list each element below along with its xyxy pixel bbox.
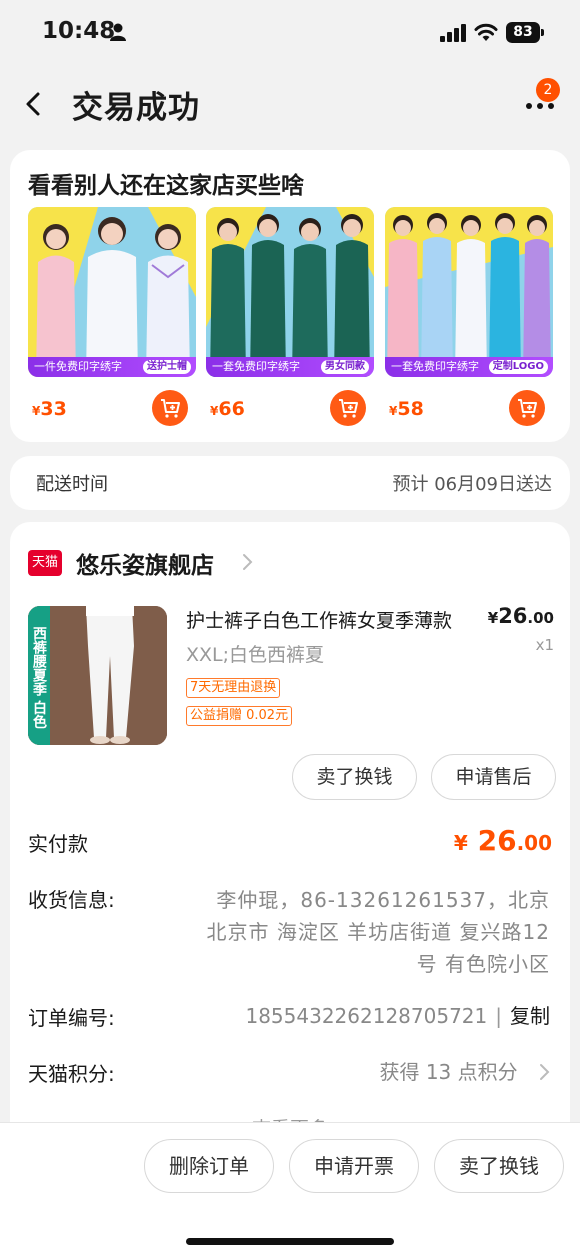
- chevron-right-icon: [540, 1064, 550, 1080]
- price-value: 33: [40, 398, 67, 420]
- promo-banner: 一件免费印字绣字 送护士帽: [28, 357, 196, 377]
- product-thumbnail[interactable]: 一件免费印字绣字 送护士帽: [28, 207, 196, 377]
- product-title[interactable]: 护士裤子白色工作裤女夏季薄款: [186, 606, 466, 633]
- paid-label: 实付款: [28, 832, 88, 856]
- promo-banner-text: 一套免费印字绣字: [391, 360, 479, 373]
- signal-icon: [440, 24, 466, 42]
- recommend-item[interactable]: 一套免费印字绣字 定制LOGO ¥58: [385, 207, 553, 427]
- product-image[interactable]: 西裤腰夏季 白色: [28, 606, 167, 745]
- add-to-cart-button[interactable]: [509, 390, 545, 426]
- battery-level: 83: [506, 22, 540, 43]
- promo-banner: 一套免费印字绣字 男女同款: [206, 357, 374, 377]
- notification-badge: 2: [536, 78, 560, 102]
- return-policy-tag: 7天无理由退换: [186, 678, 281, 698]
- bottom-action-bar: 删除订单 申请开票 卖了换钱: [0, 1122, 580, 1255]
- sell-for-cash-button[interactable]: 卖了换钱: [434, 1139, 564, 1193]
- paid-amount: ¥ 26.00: [454, 824, 552, 857]
- nav-bar: 交易成功 2: [0, 64, 580, 146]
- add-to-cart-button[interactable]: [152, 390, 188, 426]
- copy-button[interactable]: 复制: [510, 1004, 550, 1028]
- order-number-label: 订单编号:: [28, 1006, 115, 1030]
- recommend-card: 看看别人还在这家店买些啥 一件免费印字绣字 送护士帽 ¥33 一套免费印字绣字 …: [10, 150, 570, 442]
- sell-for-cash-button[interactable]: 卖了换钱: [292, 754, 417, 800]
- person-icon: [110, 23, 126, 41]
- recommend-price: ¥66: [210, 398, 245, 420]
- promo-banner: 一套免费印字绣字 定制LOGO: [385, 357, 553, 377]
- wifi-icon: [474, 23, 498, 41]
- delivery-card: 配送时间 预计 06月09日送达: [10, 456, 570, 510]
- recommend-item[interactable]: 一套免费印字绣字 男女同款 ¥66: [206, 207, 374, 427]
- recommend-item[interactable]: 一件免费印字绣字 送护士帽 ¥33: [28, 207, 196, 427]
- cart-plus-icon: [339, 399, 358, 418]
- promo-banner-text: 一套免费印字绣字: [212, 360, 300, 373]
- recommend-title: 看看别人还在这家店买些啥: [28, 173, 304, 199]
- address-label: 收货信息:: [28, 888, 115, 912]
- product-price: ¥26.00: [488, 604, 554, 628]
- product-sku: XXL;白色西裤夏: [186, 644, 325, 666]
- battery-indicator: 83: [506, 22, 544, 43]
- back-arrow-icon[interactable]: [20, 88, 48, 120]
- price-decimal: .00: [516, 831, 552, 855]
- chevron-right-icon[interactable]: [240, 552, 254, 572]
- product-quantity: x1: [535, 636, 554, 654]
- currency-symbol: ¥: [487, 609, 499, 627]
- page-title: 交易成功: [72, 90, 200, 126]
- battery-cap: [541, 29, 544, 36]
- points-label: 天猫积分:: [28, 1062, 115, 1086]
- after-sale-button[interactable]: 申请售后: [431, 754, 556, 800]
- shop-name[interactable]: 悠乐姿旗舰店: [76, 546, 214, 580]
- recommend-price: ¥58: [389, 398, 424, 420]
- request-invoice-button[interactable]: 申请开票: [289, 1139, 419, 1193]
- status-bar: 10:48 83: [0, 0, 580, 64]
- points-value: 获得 13 点积分: [379, 1060, 518, 1084]
- recommend-price: ¥33: [32, 398, 67, 420]
- cart-plus-icon: [518, 399, 537, 418]
- order-number-row: 1855432262128705721 | 复制: [245, 1000, 550, 1029]
- delivery-estimate: 预计 06月09日送达: [392, 474, 552, 495]
- price-value: 58: [397, 398, 424, 420]
- currency-symbol: ¥: [453, 831, 468, 855]
- price-integer: 26: [477, 824, 517, 857]
- price-value: 66: [218, 398, 245, 420]
- tmall-logo: 天猫: [28, 550, 62, 576]
- promo-tag: 送护士帽: [143, 360, 191, 374]
- order-card: 天猫 悠乐姿旗舰店 西裤腰夏季 白色 护士裤子白色工作裤女夏季薄款 XXL;白色…: [10, 522, 570, 1142]
- cart-plus-icon: [161, 399, 180, 418]
- order-number: 1855432262128705721: [245, 1004, 488, 1028]
- charity-tag: 公益捐赠 0.02元: [186, 706, 293, 726]
- status-time: 10:48: [42, 18, 116, 44]
- home-indicator: [186, 1238, 394, 1245]
- separator: |: [495, 1004, 502, 1028]
- product-thumbnail[interactable]: 一套免费印字绣字 定制LOGO: [385, 207, 553, 377]
- product-side-tag: 西裤腰夏季 白色: [28, 606, 50, 745]
- price-decimal: .00: [527, 609, 554, 627]
- add-to-cart-button[interactable]: [330, 390, 366, 426]
- price-integer: 26: [498, 604, 528, 628]
- product-thumbnail[interactable]: 一套免费印字绣字 男女同款: [206, 207, 374, 377]
- promo-banner-text: 一件免费印字绣字: [34, 360, 122, 373]
- promo-tag: 定制LOGO: [488, 360, 548, 374]
- promo-tag: 男女同款: [321, 360, 369, 374]
- delete-order-button[interactable]: 删除订单: [144, 1139, 274, 1193]
- points-row[interactable]: 获得 13 点积分: [379, 1056, 550, 1085]
- shipping-address: 李仲琨，86-13261261537，北京 北京市 海淀区 羊坊店街道 复兴路1…: [206, 888, 550, 976]
- delivery-label: 配送时间: [36, 474, 108, 495]
